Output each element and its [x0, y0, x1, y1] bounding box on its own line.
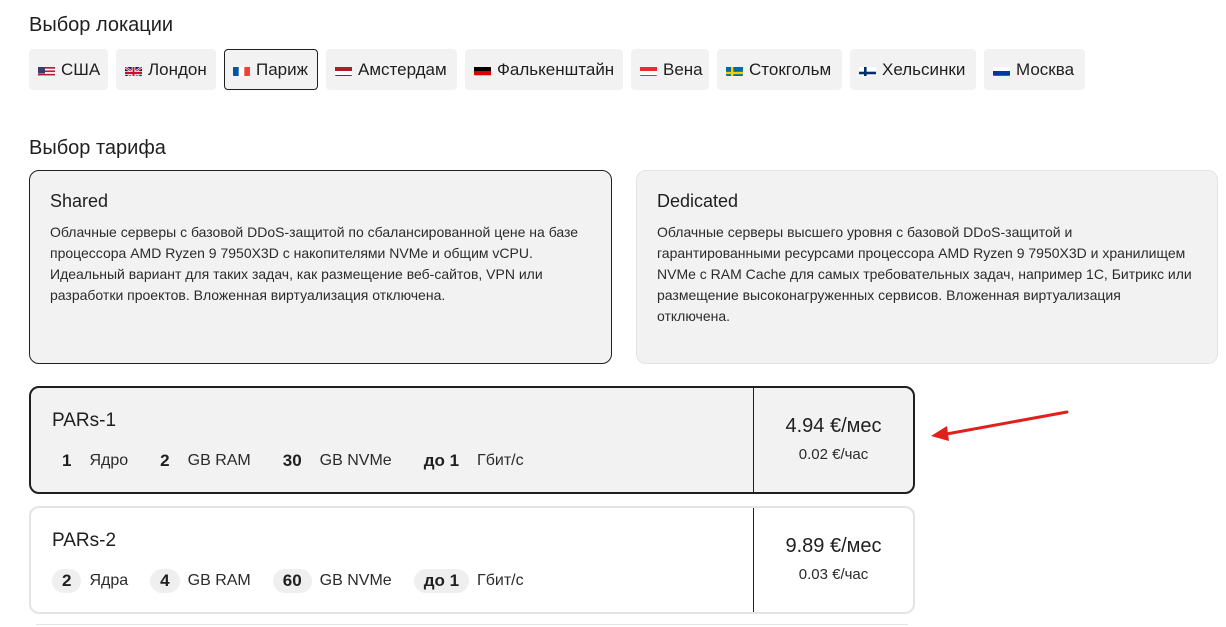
de-flag-icon	[474, 64, 491, 76]
spec-value: до 1	[413, 569, 470, 593]
spec-unit: GB RAM	[187, 572, 251, 589]
price-per-hour: 0.02 €/час	[798, 446, 869, 463]
price-per-hour: 0.03 €/час	[798, 566, 869, 583]
tariff-specs: 2 Ядра 4 GB RAM 60 GB NVMe до 1 Гбит/с	[52, 569, 546, 593]
plan-type-title: Shared	[50, 191, 109, 211]
spec-value: 4	[150, 569, 180, 593]
spec-cpu: 1 Ядро	[52, 449, 128, 473]
se-flag-icon	[726, 64, 743, 76]
location-section-title: Выбор локации	[29, 14, 174, 36]
location-us[interactable]: США	[29, 49, 108, 90]
price-per-month: 4.94 €/мес	[785, 415, 882, 437]
location-london[interactable]: Лондон	[116, 49, 216, 90]
tariff-row[interactable]: PARs-1 1 Ядро 2 GB RAM 30 GB NVMe до 1 Г…	[29, 386, 915, 494]
spec-value: 2	[160, 451, 170, 470]
location-label: Стокгольм	[749, 59, 832, 79]
spec-value: до 1	[423, 451, 460, 470]
spec-unit: Ядра	[89, 572, 129, 589]
spec-unit: Ядро	[89, 452, 129, 469]
tariff-row-partial	[36, 624, 908, 625]
spec-unit: GB RAM	[187, 452, 251, 469]
spec-unit: Гбит/с	[477, 572, 524, 589]
tariff-specs: 1 Ядро 2 GB RAM 30 GB NVMe до 1 Гбит/с	[52, 449, 546, 473]
gb-flag-icon	[125, 64, 142, 76]
fi-flag-icon	[859, 64, 876, 76]
location-label: Париж	[256, 59, 308, 79]
tariff-row[interactable]: PARs-2 2 Ядра 4 GB RAM 60 GB NVMe до 1 Г…	[29, 506, 915, 614]
spec-value: 60	[272, 569, 312, 593]
red-arrow-icon	[931, 410, 1069, 441]
spec-ram: 2 GB RAM	[150, 449, 251, 473]
price-per-month: 9.89 €/мес	[785, 535, 882, 557]
location-moscow[interactable]: Москва	[984, 49, 1085, 90]
spec-network: до 1 Гбит/с	[414, 449, 524, 473]
plan-type-description: Облачные серверы с базовой DDoS-защитой …	[50, 224, 579, 303]
location-paris[interactable]: Париж	[224, 49, 318, 90]
location-label: Вена	[663, 59, 703, 79]
nl-flag-icon	[335, 64, 352, 76]
spec-value: 1	[62, 451, 72, 470]
location-label: Фалькенштайн	[497, 59, 615, 79]
tariff-price: 9.89 €/мес 0.03 €/час	[754, 535, 913, 583]
fr-flag-icon	[233, 64, 250, 76]
spec-network: до 1 Гбит/с	[413, 569, 524, 593]
location-label: США	[61, 59, 101, 79]
spec-unit: Гбит/с	[477, 452, 524, 469]
location-label: Амстердам	[358, 59, 447, 79]
location-vienna[interactable]: Вена	[631, 49, 709, 90]
location-falkenstein[interactable]: Фалькенштайн	[465, 49, 623, 90]
tariff-name: PARs-1	[52, 410, 117, 431]
plan-type-description: Облачные серверы высшего уровня с базово…	[657, 224, 1192, 324]
ru-flag-icon	[993, 64, 1010, 76]
location-label: Лондон	[148, 59, 207, 79]
location-stockholm[interactable]: Стокгольм	[717, 49, 842, 90]
spec-unit: GB NVMe	[319, 572, 392, 589]
plan-section-title: Выбор тарифа	[29, 137, 166, 159]
tariff-name: PARs-2	[52, 530, 117, 551]
spec-unit: GB NVMe	[319, 452, 392, 469]
us-flag-icon	[38, 64, 55, 76]
plan-type-dedicated[interactable]: Dedicated Облачные серверы высшего уровн…	[636, 170, 1218, 364]
location-label: Хельсинки	[882, 59, 966, 79]
spec-disk: 60 GB NVMe	[272, 569, 392, 593]
location-label: Москва	[1016, 59, 1075, 79]
spec-cpu: 2 Ядра	[52, 569, 128, 593]
spec-value: 30	[282, 451, 302, 470]
tariff-price: 4.94 €/мес 0.02 €/час	[754, 415, 913, 463]
plan-type-title: Dedicated	[657, 191, 739, 211]
spec-value: 2	[52, 569, 82, 593]
plan-type-shared[interactable]: Shared Облачные серверы с базовой DDoS-з…	[29, 170, 612, 364]
at-flag-icon	[640, 64, 657, 76]
location-helsinki[interactable]: Хельсинки	[850, 49, 976, 90]
location-amsterdam[interactable]: Амстердам	[326, 49, 457, 90]
spec-disk: 30 GB NVMe	[273, 449, 392, 473]
spec-ram: 4 GB RAM	[150, 569, 251, 593]
